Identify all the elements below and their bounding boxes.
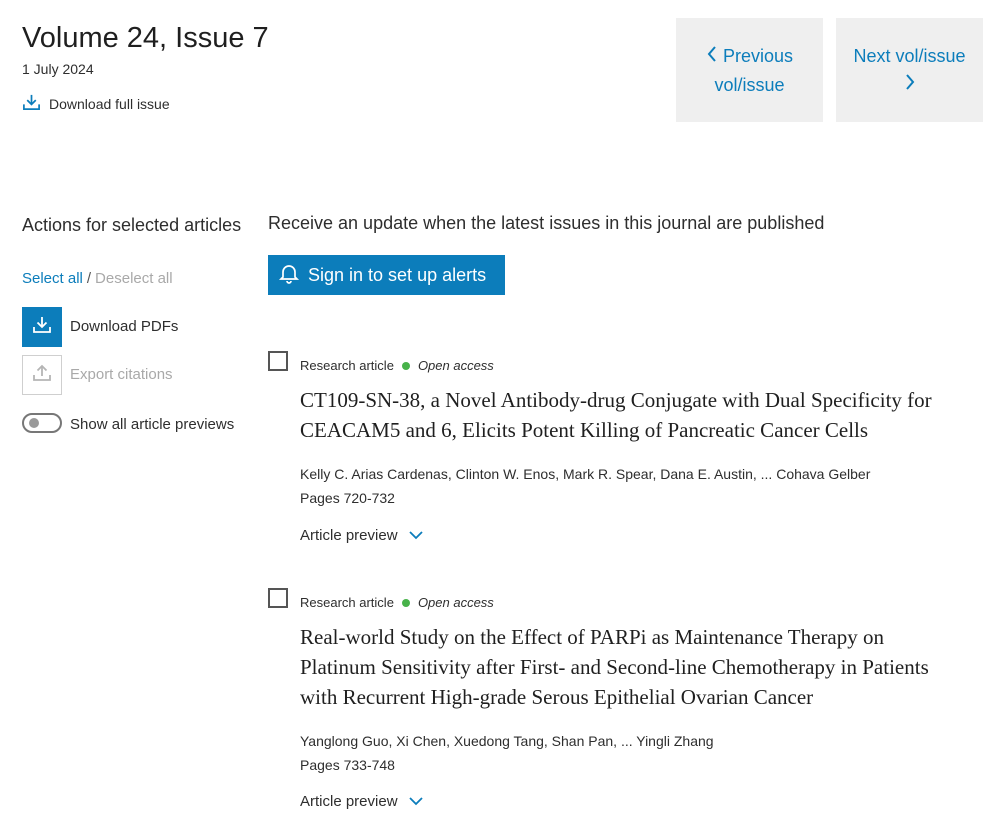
actions-title: Actions for selected articles	[22, 215, 242, 235]
chevron-right-icon	[904, 71, 916, 99]
download-full-issue-label: Download full issue	[49, 96, 170, 112]
separator: /	[86, 270, 92, 287]
article-preview-toggle[interactable]: Article preview	[300, 527, 424, 544]
article-pages: Pages 720-732	[300, 490, 395, 506]
article-title-line: Platinum Sensitivity after First- and Se…	[300, 655, 929, 679]
article-meta: Research article Open access	[300, 358, 494, 373]
article-title-line: Real-world Study on the Effect of PARPi …	[300, 625, 885, 649]
article-pages: Pages 733-748	[300, 757, 395, 773]
issue-date: 1 July 2024	[22, 61, 94, 77]
chevron-left-icon	[706, 43, 718, 71]
access-label: Open access	[417, 595, 494, 610]
chevron-down-icon	[408, 793, 424, 810]
upload-icon	[32, 363, 52, 388]
chevron-down-icon	[408, 527, 424, 544]
export-citations-label: Export citations	[70, 366, 173, 383]
article-type: Research article	[300, 595, 394, 610]
show-previews-toggle[interactable]	[22, 413, 62, 433]
next-issue-button[interactable]: Next vol/issue	[836, 18, 983, 122]
article-title-line: CT109-SN-38, a Novel Antibody-drug Conju…	[300, 388, 932, 412]
deselect-all-link: Deselect all	[95, 270, 173, 287]
select-all-link[interactable]: Select all	[22, 270, 83, 287]
open-access-dot-icon	[401, 361, 410, 370]
open-access-dot-icon	[401, 598, 410, 607]
previous-label-line2: vol/issue	[714, 75, 785, 96]
article-authors: Kelly C. Arias Cardenas, Clinton W. Enos…	[300, 466, 871, 482]
export-citations-button	[22, 355, 62, 395]
article-meta: Research article Open access	[300, 595, 494, 610]
access-label: Open access	[417, 358, 494, 373]
article-preview-label: Article preview	[300, 527, 398, 544]
page-title: Volume 24, Issue 7	[22, 22, 269, 54]
article-preview-toggle[interactable]: Article preview	[300, 793, 424, 810]
sign-in-alerts-label: Sign in to set up alerts	[308, 264, 487, 285]
download-icon	[22, 93, 41, 115]
download-pdfs-label[interactable]: Download PDFs	[70, 318, 178, 335]
article-title-line: with Recurrent High-grade Serous Epithel…	[300, 685, 814, 709]
next-label: Next vol/issue	[853, 46, 966, 66]
alerts-text: Receive an update when the latest issues…	[268, 213, 825, 233]
article-preview-label: Article preview	[300, 793, 398, 810]
sign-in-alerts-button[interactable]: Sign in to set up alerts	[268, 255, 505, 295]
article-type: Research article	[300, 358, 394, 373]
show-previews-label[interactable]: Show all article previews	[70, 416, 234, 433]
article-title-link[interactable]: CT109-SN-38, a Novel Antibody-drug Conju…	[300, 385, 990, 445]
selection-controls: Select all / Deselect all	[22, 270, 173, 287]
article-title-line: CEACAM5 and 6, Elicits Potent Killing of…	[300, 418, 869, 442]
article-authors: Yanglong Guo, Xi Chen, Xuedong Tang, Sha…	[300, 733, 714, 749]
download-full-issue-link[interactable]: Download full issue	[22, 93, 170, 115]
download-icon	[32, 315, 52, 340]
article-title-link[interactable]: Real-world Study on the Effect of PARPi …	[300, 622, 990, 712]
previous-label-line1: Previous	[722, 46, 794, 66]
toggle-knob	[29, 418, 39, 428]
article-checkbox[interactable]	[268, 588, 288, 608]
bell-icon	[278, 262, 300, 289]
previous-issue-button[interactable]: Previous vol/issue	[676, 18, 823, 122]
download-pdfs-button[interactable]	[22, 307, 62, 347]
article-checkbox[interactable]	[268, 351, 288, 371]
